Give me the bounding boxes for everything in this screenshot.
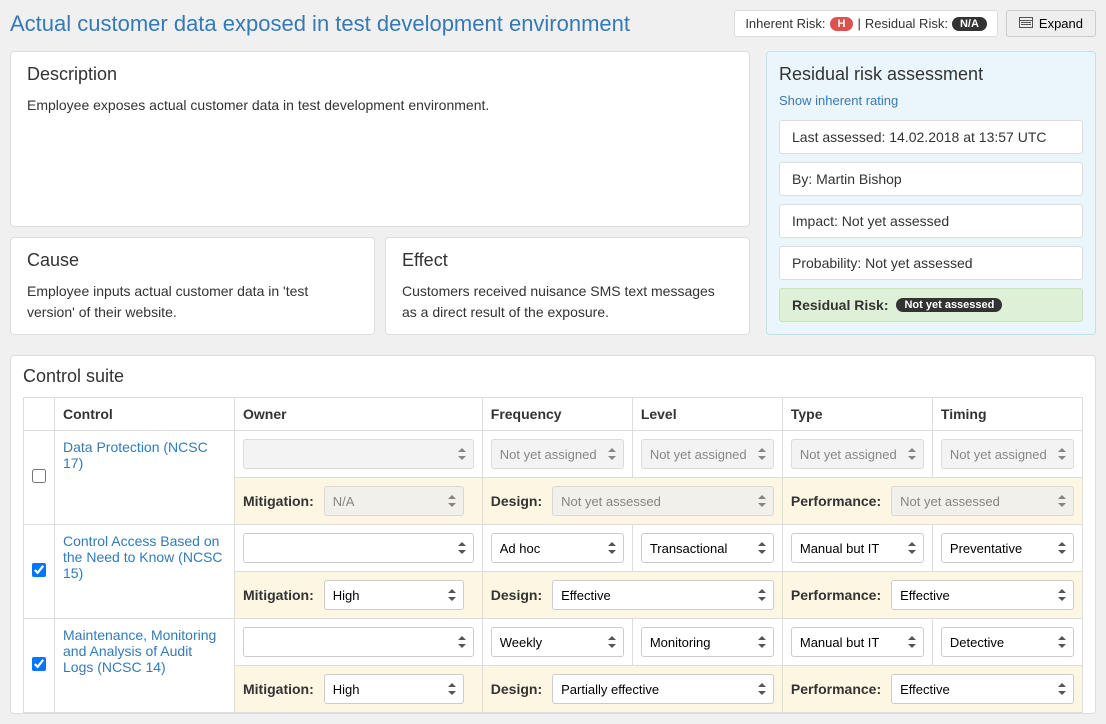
table-row: Data Protection (NCSC 17) Not yet assigne… <box>24 431 1083 478</box>
timing-select: Not yet assigned <box>941 439 1074 469</box>
type-select[interactable]: Manual but IT <box>791 627 924 657</box>
level-select: Not yet assigned <box>641 439 774 469</box>
assessed-by: By: Martin Bishop <box>779 162 1083 196</box>
show-inherent-link[interactable]: Show inherent rating <box>779 93 1083 108</box>
last-assessed: Last assessed: 14.02.2018 at 13:57 UTC <box>779 120 1083 154</box>
design-label: Design: <box>491 587 542 603</box>
inherent-risk-label: Inherent Risk: <box>745 16 825 31</box>
residual-assessment-panel: Residual risk assessment Show inherent r… <box>766 51 1096 335</box>
header-type: Type <box>782 398 932 431</box>
assessment-heading: Residual risk assessment <box>779 64 1083 85</box>
control-link[interactable]: Maintenance, Monitoring and Analysis of … <box>63 627 216 675</box>
risk-separator: | <box>857 16 860 31</box>
control-link[interactable]: Control Access Based on the Need to Know… <box>63 533 223 581</box>
residual-risk-line: Residual Risk: Not yet assessed <box>779 288 1083 322</box>
mitigation-select[interactable]: High <box>324 580 464 610</box>
residual-risk-line-label: Residual Risk: <box>792 297 888 313</box>
owner-select[interactable] <box>243 627 474 657</box>
effect-body: Customers received nuisance SMS text mes… <box>402 281 733 322</box>
mitigation-select[interactable]: High <box>324 674 464 704</box>
control-checkbox[interactable] <box>32 469 46 483</box>
control-checkbox[interactable] <box>32 563 46 577</box>
table-row: Control Access Based on the Need to Know… <box>24 525 1083 572</box>
mitigation-label: Mitigation: <box>243 681 314 697</box>
owner-select <box>243 439 474 469</box>
description-body: Employee exposes actual customer data in… <box>27 95 733 115</box>
expand-icon <box>1019 16 1033 31</box>
design-label: Design: <box>491 493 542 509</box>
header-control: Control <box>55 398 235 431</box>
design-select: Not yet assessed <box>552 486 774 516</box>
performance-label: Performance: <box>791 587 881 603</box>
residual-risk-line-badge: Not yet assessed <box>896 298 1002 312</box>
mitigation-label: Mitigation: <box>243 493 314 509</box>
performance-label: Performance: <box>791 493 881 509</box>
effect-card: Effect Customers received nuisance SMS t… <box>385 237 750 335</box>
level-select[interactable]: Monitoring <box>641 627 774 657</box>
impact-line: Impact: Not yet assessed <box>779 204 1083 238</box>
design-select[interactable]: Effective <box>552 580 774 610</box>
frequency-select: Not yet assigned <box>491 439 624 469</box>
control-suite-panel: Control suite Control Owner Frequency Le… <box>10 355 1096 714</box>
owner-select[interactable] <box>243 533 474 563</box>
frequency-select[interactable]: Ad hoc <box>491 533 624 563</box>
probability-line: Probability: Not yet assessed <box>779 246 1083 280</box>
page-title[interactable]: Actual customer data exposed in test dev… <box>10 11 630 37</box>
design-label: Design: <box>491 681 542 697</box>
inherent-risk-badge: H <box>830 17 854 31</box>
cause-card: Cause Employee inputs actual customer da… <box>10 237 375 335</box>
control-link[interactable]: Data Protection (NCSC 17) <box>63 439 208 471</box>
control-checkbox[interactable] <box>32 657 46 671</box>
residual-risk-badge: N/A <box>952 17 987 31</box>
header-check <box>24 398 55 431</box>
residual-risk-label: Residual Risk: <box>865 16 948 31</box>
description-card: Description Employee exposes actual cust… <box>10 51 750 227</box>
mitigation-label: Mitigation: <box>243 587 314 603</box>
header-timing: Timing <box>932 398 1082 431</box>
table-row: Maintenance, Monitoring and Analysis of … <box>24 619 1083 666</box>
mitigation-select: N/A <box>324 486 464 516</box>
control-table: Control Owner Frequency Level Type Timin… <box>23 397 1083 713</box>
timing-select[interactable]: Preventative <box>941 533 1074 563</box>
effect-heading: Effect <box>402 250 733 271</box>
performance-select[interactable]: Effective <box>891 580 1074 610</box>
control-suite-heading: Control suite <box>23 366 1083 387</box>
header-frequency: Frequency <box>482 398 632 431</box>
timing-select[interactable]: Detective <box>941 627 1074 657</box>
risk-summary: Inherent Risk: H | Residual Risk: N/A <box>734 10 998 37</box>
type-select[interactable]: Manual but IT <box>791 533 924 563</box>
cause-heading: Cause <box>27 250 358 271</box>
performance-select: Not yet assessed <box>891 486 1074 516</box>
cause-body: Employee inputs actual customer data in … <box>27 281 358 322</box>
expand-label: Expand <box>1039 16 1083 31</box>
header-owner: Owner <box>235 398 483 431</box>
frequency-select[interactable]: Weekly <box>491 627 624 657</box>
expand-button[interactable]: Expand <box>1006 10 1096 37</box>
performance-label: Performance: <box>791 681 881 697</box>
description-heading: Description <box>27 64 733 85</box>
header-level: Level <box>632 398 782 431</box>
design-select[interactable]: Partially effective <box>552 674 774 704</box>
type-select: Not yet assigned <box>791 439 924 469</box>
level-select[interactable]: Transactional <box>641 533 774 563</box>
performance-select[interactable]: Effective <box>891 674 1074 704</box>
